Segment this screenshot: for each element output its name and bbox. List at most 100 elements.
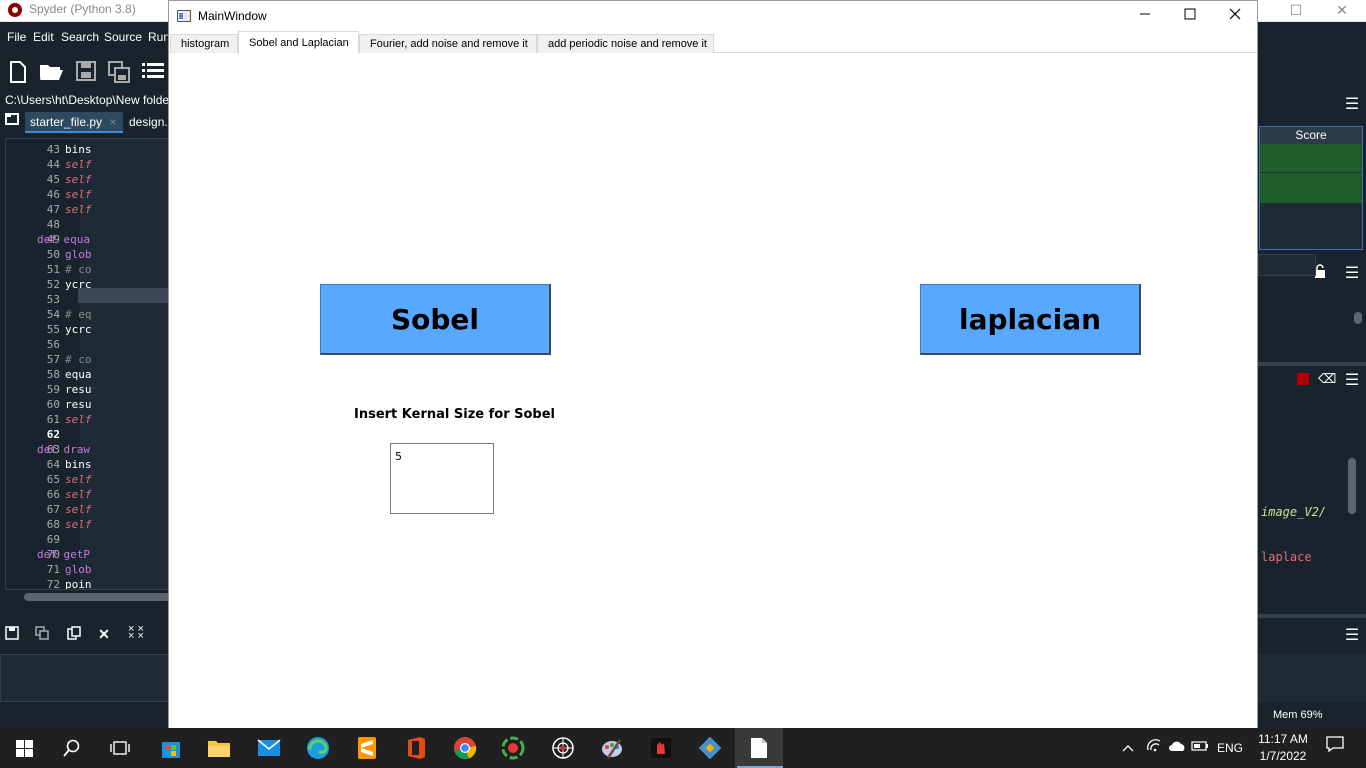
close-icon[interactable] <box>1212 1 1258 31</box>
spyder-maximize-icon[interactable]: ☐ <box>1276 0 1316 20</box>
code-line: # co <box>65 353 92 366</box>
tab-design[interactable]: design.p <box>124 112 170 133</box>
start-button[interactable] <box>0 728 48 768</box>
notifications-icon[interactable] <box>1320 728 1350 768</box>
menu-search[interactable]: Search <box>61 30 99 44</box>
browse-tabs-icon[interactable] <box>3 112 21 130</box>
menu-file[interactable]: File <box>7 30 26 44</box>
stop-icon[interactable] <box>1297 373 1309 385</box>
new-file-icon[interactable] <box>5 60 31 86</box>
open-file-icon[interactable] <box>38 60 64 86</box>
git-icon[interactable] <box>686 728 734 768</box>
pane-options-icon-3[interactable]: ☰ <box>1342 370 1362 390</box>
line-number: 61 <box>46 413 60 426</box>
close-tab-icon[interactable]: × <box>109 115 116 129</box>
spyder-close-icon[interactable]: ✕ <box>1322 0 1362 20</box>
main-window-titlebar[interactable]: MainWindow <box>169 1 1257 31</box>
remove-icon[interactable]: ✕ <box>93 626 115 643</box>
line-number: 57 <box>46 353 60 366</box>
code-line: self <box>65 503 92 516</box>
pane-options-icon-4[interactable]: ☰ <box>1342 625 1362 645</box>
remove-all-icon[interactable]: × × × × <box>125 624 147 642</box>
line-number: 46 <box>46 188 60 201</box>
tab-fourier-noise[interactable]: Fourier, add noise and remove it <box>359 34 537 53</box>
code-area[interactable]: bins self self self self def equa glob # co ycrc… <box>37 139 169 589</box>
line-number: 51 <box>46 263 60 276</box>
save-pane-icon[interactable] <box>1 626 23 643</box>
tab-sobel-and-laplacian[interactable]: Sobel and Laplacian <box>238 31 359 54</box>
outline-icon[interactable] <box>140 60 166 86</box>
code-line: self <box>65 188 92 201</box>
sobel-button[interactable]: Sobel <box>320 284 551 355</box>
variable-filter-input[interactable] <box>1258 254 1316 276</box>
scrollbar-thumb[interactable] <box>1354 312 1362 324</box>
code-line: self <box>65 488 92 501</box>
console-scrollbar[interactable] <box>1346 398 1358 578</box>
onedrive-icon[interactable] <box>1166 728 1188 768</box>
scrollbar-thumb[interactable] <box>1348 458 1356 514</box>
status-bar-right: Mem 69% <box>1258 702 1366 728</box>
menu-edit[interactable]: Edit <box>33 30 54 44</box>
line-number: 66 <box>46 488 60 501</box>
search-icon[interactable] <box>48 728 96 768</box>
minimize-icon[interactable] <box>1122 1 1168 31</box>
menu-source[interactable]: Source <box>104 30 142 44</box>
line-number: 45 <box>46 173 60 186</box>
current-line-highlight <box>78 288 168 303</box>
red-app-icon[interactable] <box>637 728 685 768</box>
mail-icon[interactable] <box>245 728 293 768</box>
save-all-icon[interactable] <box>106 60 132 86</box>
edge-icon[interactable] <box>294 728 342 768</box>
clock[interactable]: 11:17 AM 1/7/2022 <box>1248 731 1318 765</box>
pane-options-icon-2[interactable]: ☰ <box>1342 263 1362 283</box>
code-line: def getP <box>37 548 90 561</box>
tab-starter-file[interactable]: starter_file.py × <box>25 112 123 133</box>
network-icon[interactable] <box>1143 728 1165 768</box>
show-hidden-icons-icon[interactable] <box>1118 728 1138 768</box>
microsoft-store-icon[interactable] <box>147 728 195 768</box>
battery-icon[interactable] <box>1189 728 1211 768</box>
save-all-pane-icon[interactable] <box>31 626 53 643</box>
line-number: 47 <box>46 203 60 216</box>
office-icon[interactable] <box>392 728 440 768</box>
laplacian-button[interactable]: laplacian <box>920 284 1141 355</box>
clock-time: 11:17 AM <box>1258 732 1308 746</box>
spyder-taskbar-icon[interactable] <box>539 728 587 768</box>
pane-options-icon[interactable]: ☰ <box>1342 94 1362 114</box>
code-line: equa <box>65 368 92 381</box>
save-icon[interactable] <box>73 60 99 86</box>
paint-icon[interactable] <box>588 728 636 768</box>
anaconda-icon[interactable] <box>489 728 537 768</box>
file-explorer-icon[interactable] <box>195 728 243 768</box>
menu-run[interactable]: Run <box>148 30 170 44</box>
code-line: poin <box>65 578 92 590</box>
status-bar-left <box>0 702 170 728</box>
right-pane-scrollbar[interactable] <box>1352 294 1364 354</box>
editor-horizontal-scrollbar[interactable] <box>10 592 170 602</box>
windows-taskbar: ENG 11:17 AM 1/7/2022 <box>0 728 1366 768</box>
tab-histogram[interactable]: histogram <box>170 34 238 53</box>
code-editor[interactable]: 43 44 45 46 47 48 49 50 51 52 53 54 55 56 57 58 59 60 61 62… <box>5 138 170 590</box>
tab-content-sobel-laplacian: Sobel laplacian Insert Kernal Size for S… <box>169 53 1257 728</box>
bottom-pane-area[interactable] <box>0 654 170 702</box>
scrollbar-thumb[interactable] <box>24 593 170 601</box>
variable-table[interactable]: Score <box>1259 126 1363 250</box>
maximize-icon[interactable] <box>1167 1 1213 31</box>
line-number: 71 <box>46 563 60 576</box>
table-row[interactable] <box>1260 144 1362 172</box>
history-area[interactable] <box>1258 654 1366 702</box>
language-indicator[interactable]: ENG <box>1214 728 1246 768</box>
pane-divider <box>1258 614 1366 618</box>
score-column-header[interactable]: Score <box>1260 127 1362 144</box>
copy-icon[interactable] <box>63 626 85 643</box>
eraser-icon[interactable]: ⌫ <box>1318 371 1336 387</box>
sublime-text-icon[interactable] <box>343 728 391 768</box>
notepad-icon[interactable] <box>735 728 783 768</box>
tab-periodic-noise[interactable]: add periodic noise and remove it <box>537 34 714 53</box>
chrome-icon[interactable] <box>441 728 489 768</box>
task-view-icon[interactable] <box>96 728 144 768</box>
console-text-laplace: laplace <box>1261 550 1312 564</box>
code-line: self <box>65 518 92 531</box>
kernel-size-input[interactable]: 5 <box>390 443 494 514</box>
table-row[interactable] <box>1260 173 1362 203</box>
